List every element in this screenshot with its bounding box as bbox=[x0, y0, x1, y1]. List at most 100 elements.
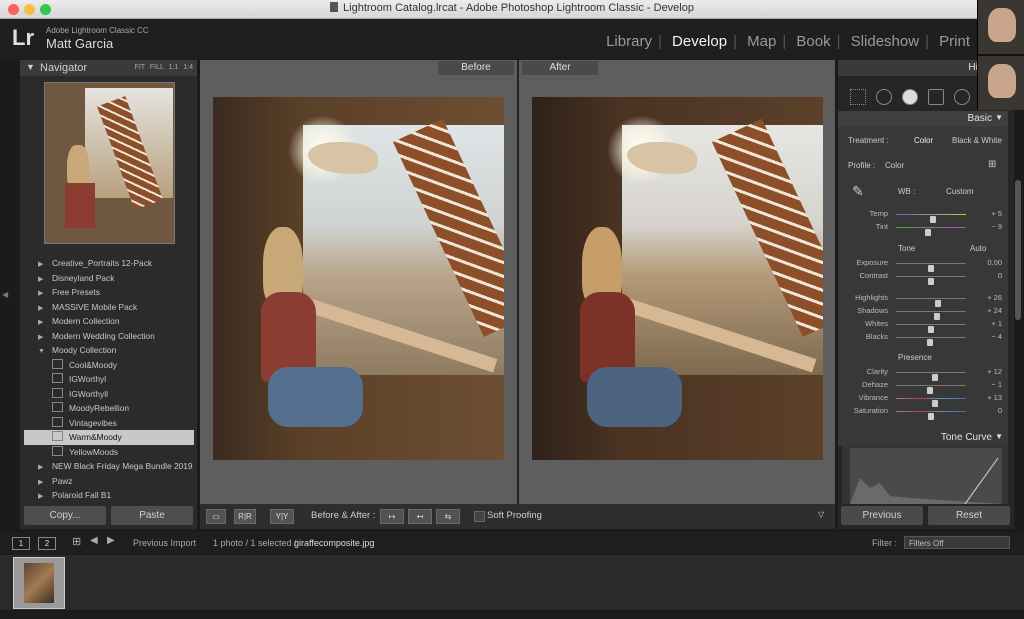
clarity-value[interactable]: + 12 bbox=[987, 367, 1002, 376]
temp-value[interactable]: + 5 bbox=[991, 209, 1002, 218]
whites-value[interactable]: + 1 bbox=[991, 319, 1002, 328]
treatment-bw-option[interactable]: Black & White bbox=[952, 136, 1002, 145]
auto-tone-button[interactable]: Auto bbox=[970, 244, 986, 253]
preset-folder[interactable]: ▶ Modern Wedding Collection bbox=[24, 329, 194, 344]
profile-dropdown[interactable]: Color bbox=[885, 161, 904, 170]
loupe-view-button[interactable]: ▭ bbox=[206, 509, 226, 524]
copy-before-settings-button[interactable]: ↦ bbox=[380, 509, 404, 524]
module-print[interactable]: Print bbox=[933, 33, 976, 50]
preset-item[interactable]: MoodyRebellion bbox=[24, 401, 194, 416]
paste-button[interactable]: Paste bbox=[111, 506, 193, 525]
expand-down-icon[interactable]: ▼ bbox=[24, 345, 52, 360]
toolbar-menu-chevron-icon[interactable]: ▽ bbox=[818, 510, 824, 519]
contrast-value[interactable]: 0 bbox=[998, 271, 1002, 280]
dehaze-slider[interactable] bbox=[896, 385, 966, 394]
shadows-slider[interactable] bbox=[896, 311, 966, 320]
filter-dropdown[interactable]: Filters Off bbox=[904, 536, 1010, 549]
reset-button[interactable]: Reset bbox=[928, 506, 1010, 525]
preset-item[interactable]: Cool&Moody bbox=[24, 358, 194, 373]
zoom-fill[interactable]: FILL bbox=[150, 64, 164, 71]
blacks-slider[interactable] bbox=[896, 337, 966, 346]
blacks-slider-thumb[interactable] bbox=[926, 339, 933, 346]
preset-folder[interactable]: ▶ Polaroid Fall B1 bbox=[24, 488, 194, 503]
main-window-button[interactable]: 1 bbox=[12, 537, 30, 550]
highlights-slider[interactable] bbox=[896, 298, 966, 307]
vibrance-slider[interactable] bbox=[896, 398, 966, 407]
secondary-window-button[interactable]: 2 bbox=[38, 537, 56, 550]
preset-folder[interactable]: ▶ Disneyland Pack bbox=[24, 271, 194, 286]
soft-proofing-checkbox[interactable] bbox=[474, 511, 485, 522]
vibrance-value[interactable]: + 13 bbox=[987, 393, 1002, 402]
navigator-preview[interactable] bbox=[44, 82, 175, 244]
tint-slider[interactable] bbox=[896, 227, 966, 236]
after-photo[interactable] bbox=[532, 97, 823, 460]
tint-value[interactable]: − 9 bbox=[991, 222, 1002, 231]
whites-slider[interactable] bbox=[896, 324, 966, 333]
module-map[interactable]: Map bbox=[741, 33, 782, 50]
zoom-1-4[interactable]: 1:4 bbox=[183, 64, 193, 71]
spot-removal-icon[interactable] bbox=[876, 89, 892, 105]
zoom-1-1[interactable]: 1:1 bbox=[169, 64, 179, 71]
dehaze-value[interactable]: − 1 bbox=[991, 380, 1002, 389]
previous-button[interactable]: Previous bbox=[841, 506, 923, 525]
filmstrip-source[interactable]: Previous Import bbox=[133, 538, 196, 548]
collapse-triangle-icon[interactable]: ▼ bbox=[995, 432, 1003, 441]
copy-after-settings-button[interactable]: ↤ bbox=[408, 509, 432, 524]
highlights-value[interactable]: + 26 bbox=[987, 293, 1002, 302]
preset-item[interactable]: IGWorthyll bbox=[24, 387, 194, 402]
navigator-header[interactable]: ▼ Navigator FIT FILL 1:1 1:4 bbox=[20, 60, 197, 76]
preset-item[interactable]: Warm&Moody bbox=[24, 430, 194, 445]
preset-folder[interactable]: ▶ Free Presets bbox=[24, 285, 194, 300]
before-after-left-right-button[interactable]: R|R bbox=[234, 509, 256, 524]
tint-slider-thumb[interactable] bbox=[925, 229, 932, 236]
forward-arrow-icon[interactable]: ▶ bbox=[107, 535, 115, 546]
grid-view-icon[interactable]: ⊞ bbox=[72, 535, 81, 548]
left-panel-collapse-icon[interactable]: ◀ bbox=[2, 290, 8, 299]
filmstrip-thumbnail[interactable] bbox=[13, 557, 65, 609]
preset-folder[interactable]: ▶ Pawz bbox=[24, 474, 194, 489]
before-photo[interactable] bbox=[213, 97, 504, 460]
back-arrow-icon[interactable]: ◀ bbox=[90, 535, 98, 546]
filename-dropdown[interactable]: giraffecomposite.jpg bbox=[294, 538, 374, 548]
copy-button[interactable]: Copy... bbox=[24, 506, 106, 525]
saturation-value[interactable]: 0 bbox=[998, 406, 1002, 415]
collapse-triangle-icon[interactable]: ▼ bbox=[995, 113, 1003, 122]
before-after-split-button[interactable]: Y|Y bbox=[270, 509, 294, 524]
right-panel-scrollbar[interactable] bbox=[1015, 180, 1021, 320]
preset-item[interactable]: YellowMoods bbox=[24, 445, 194, 460]
preset-folder[interactable]: ▶ MASSIVE Mobile Pack bbox=[24, 300, 194, 315]
saturation-slider-thumb[interactable] bbox=[928, 413, 934, 420]
radial-filter-icon[interactable] bbox=[954, 89, 970, 105]
basic-header[interactable]: Basic ▼ bbox=[838, 111, 1008, 127]
temp-slider[interactable] bbox=[896, 214, 966, 223]
preset-folder[interactable]: ▶ NEW Black Friday Mega Bundle 2019 bbox=[24, 459, 194, 474]
module-book[interactable]: Book bbox=[790, 33, 836, 50]
graduated-filter-icon[interactable] bbox=[928, 89, 944, 105]
profile-browser-icon[interactable]: ⊞ bbox=[988, 159, 996, 170]
zoom-fit[interactable]: FIT bbox=[135, 64, 145, 71]
contrast-slider[interactable] bbox=[896, 276, 966, 285]
preset-folder[interactable]: ▶ Creative_Portraits 12-Pack bbox=[24, 256, 194, 271]
red-eye-icon[interactable] bbox=[902, 89, 918, 105]
preset-item[interactable]: IGWorthyl bbox=[24, 372, 194, 387]
shadows-value[interactable]: + 24 bbox=[987, 306, 1002, 315]
clarity-slider[interactable] bbox=[896, 372, 966, 381]
exposure-slider[interactable] bbox=[896, 263, 966, 272]
tone-curve-chart[interactable] bbox=[850, 448, 1002, 505]
wb-eyedropper-icon[interactable]: ✎ bbox=[852, 183, 864, 200]
module-develop[interactable]: Develop bbox=[666, 33, 733, 50]
collapse-triangle-icon[interactable]: ▼ bbox=[26, 62, 35, 72]
preset-folder[interactable]: ▶ Modern Collection bbox=[24, 314, 194, 329]
tone-curve-header[interactable]: Tone Curve ▼ bbox=[838, 430, 1008, 446]
preset-item[interactable]: Vintagevibes bbox=[24, 416, 194, 431]
expand-right-icon[interactable]: ▶ bbox=[24, 490, 52, 505]
saturation-slider[interactable] bbox=[896, 411, 966, 420]
crop-tool-icon[interactable] bbox=[850, 89, 866, 105]
blacks-value[interactable]: − 4 bbox=[991, 332, 1002, 341]
contrast-slider-thumb[interactable] bbox=[928, 278, 934, 285]
swap-settings-button[interactable]: ⇆ bbox=[436, 509, 460, 524]
preset-folder[interactable]: ▼ Moody Collection bbox=[24, 343, 194, 358]
module-slideshow[interactable]: Slideshow bbox=[845, 33, 925, 50]
treatment-color-option[interactable]: Color bbox=[914, 136, 933, 145]
wb-dropdown[interactable]: Custom bbox=[946, 187, 974, 196]
